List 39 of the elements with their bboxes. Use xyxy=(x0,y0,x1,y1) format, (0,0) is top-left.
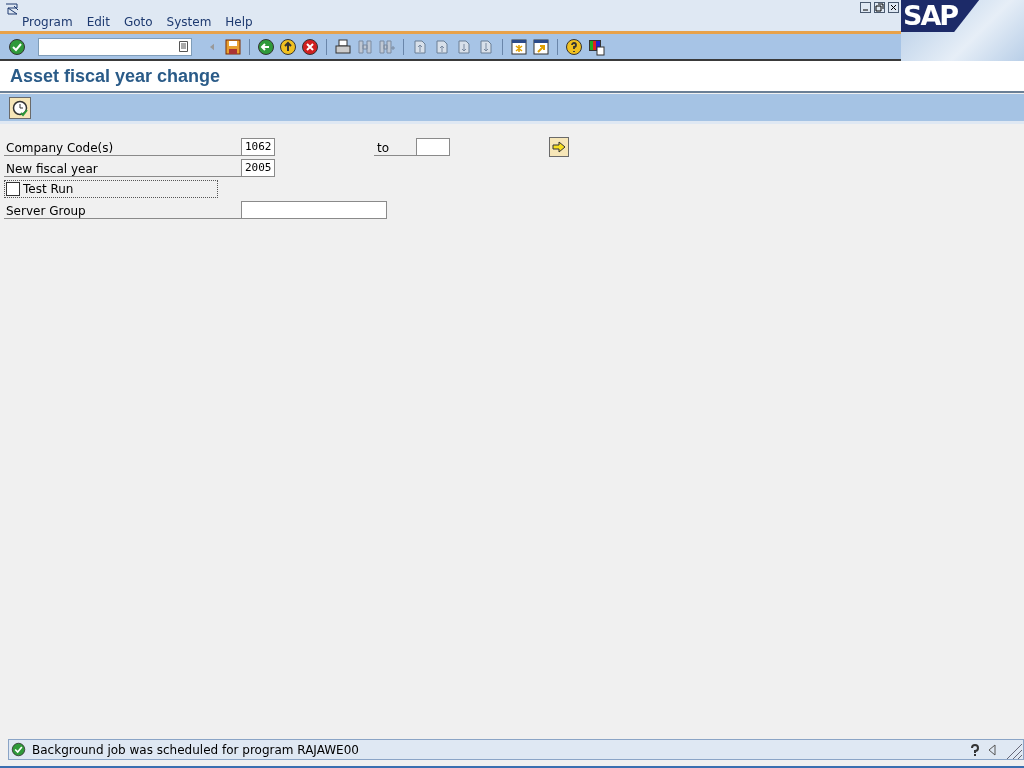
enter-icon[interactable] xyxy=(8,37,26,56)
multiple-selection-button[interactable] xyxy=(549,136,569,157)
menu-item[interactable]: Edit xyxy=(80,15,116,31)
clock-icon xyxy=(11,98,29,117)
execute-in-background-button[interactable] xyxy=(9,96,31,119)
system-menu-icon[interactable] xyxy=(5,2,21,16)
status-message: Background job was scheduled for program RAJAWE00 xyxy=(32,742,360,757)
field-label: Company Code(s) xyxy=(4,137,241,156)
restore-icon[interactable] xyxy=(874,2,885,13)
input-field[interactable]: 1062 xyxy=(241,137,275,156)
help-icon[interactable] xyxy=(969,743,981,756)
field-label: New fiscal year xyxy=(4,158,241,177)
checkbox[interactable]: Test Run xyxy=(4,179,218,198)
screen-title: Asset fiscal year change xyxy=(10,65,221,87)
input-field[interactable]: 2005 xyxy=(241,158,275,177)
help-icon[interactable] xyxy=(565,37,583,56)
list-icon[interactable] xyxy=(179,41,188,52)
command-field[interactable] xyxy=(38,37,192,56)
input-field[interactable] xyxy=(241,200,387,219)
back-icon[interactable] xyxy=(257,37,275,56)
triangle-icon[interactable] xyxy=(987,743,997,756)
save-icon[interactable] xyxy=(224,37,242,56)
print-icon[interactable] xyxy=(334,37,352,56)
logo: SAP xyxy=(901,0,980,32)
menu-item[interactable]: Goto xyxy=(117,15,159,31)
new-window-icon[interactable] xyxy=(510,37,528,56)
input-field[interactable] xyxy=(416,137,450,156)
close-icon[interactable] xyxy=(888,2,899,13)
layout-icon[interactable] xyxy=(587,37,605,56)
menu-item[interactable]: System xyxy=(160,15,218,31)
menu-item[interactable]: Help xyxy=(219,15,259,31)
shortcut-icon[interactable] xyxy=(532,37,550,56)
exit-icon[interactable] xyxy=(279,37,297,56)
success-icon xyxy=(11,742,26,757)
arrow-icon xyxy=(552,140,566,153)
cancel-icon[interactable] xyxy=(301,37,319,56)
menu-item[interactable]: Program xyxy=(16,15,79,31)
minimize-icon[interactable] xyxy=(860,2,871,13)
field-label: Server Group xyxy=(4,200,241,219)
